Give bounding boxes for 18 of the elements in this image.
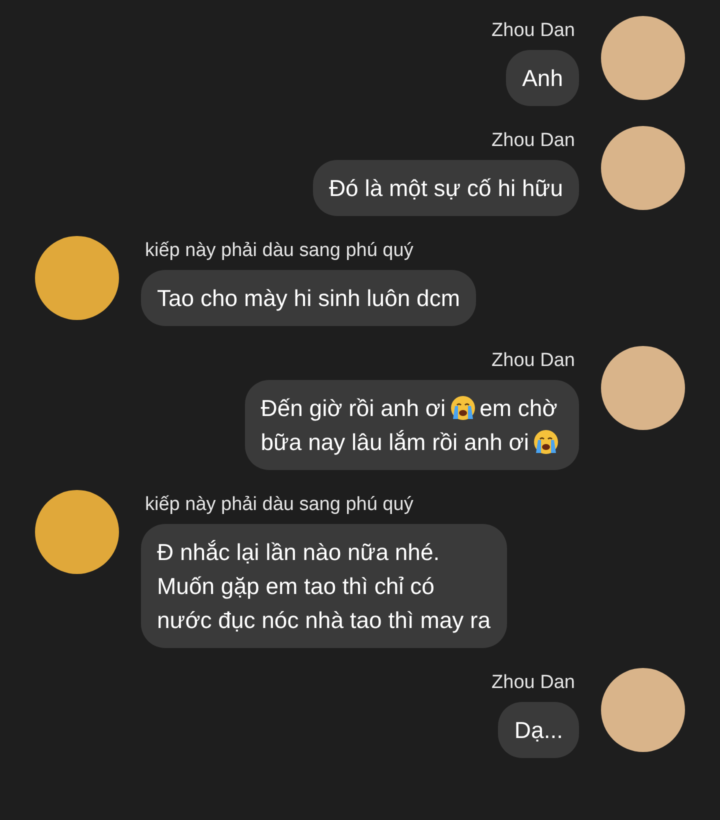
message-text: Đ nhắc lại lần nào nữa nhé. [157, 538, 440, 567]
sender-name: Zhou Dan [490, 19, 576, 43]
message-text: Anh [522, 64, 563, 93]
crying-face-icon [533, 429, 559, 455]
message-text: Đến giờ rồi anh ơi [260, 394, 446, 423]
sender-name: Zhou Dan [490, 671, 576, 695]
message-text: Dạ... [514, 716, 563, 745]
message-text: Đó là một sự cố hi hữu [328, 174, 563, 203]
sender-name: kiếp này phải dàu sang phú quý [144, 493, 414, 517]
message-text: Tao cho mày hi sinh luôn dcm [157, 284, 460, 313]
crying-face-icon [450, 395, 476, 421]
message-text: Muốn gặp em tao thì chỉ có [157, 572, 434, 601]
message-text: em chờ [480, 394, 558, 423]
message-text: nước đục nóc nhà tao thì may ra [157, 606, 490, 635]
sender-name: kiếp này phải dàu sang phú quý [144, 239, 414, 263]
sender-name: Zhou Dan [490, 349, 576, 373]
message-text: bữa nay lâu lắm rồi anh ơi [260, 428, 529, 457]
sender-name: Zhou Dan [490, 129, 576, 153]
